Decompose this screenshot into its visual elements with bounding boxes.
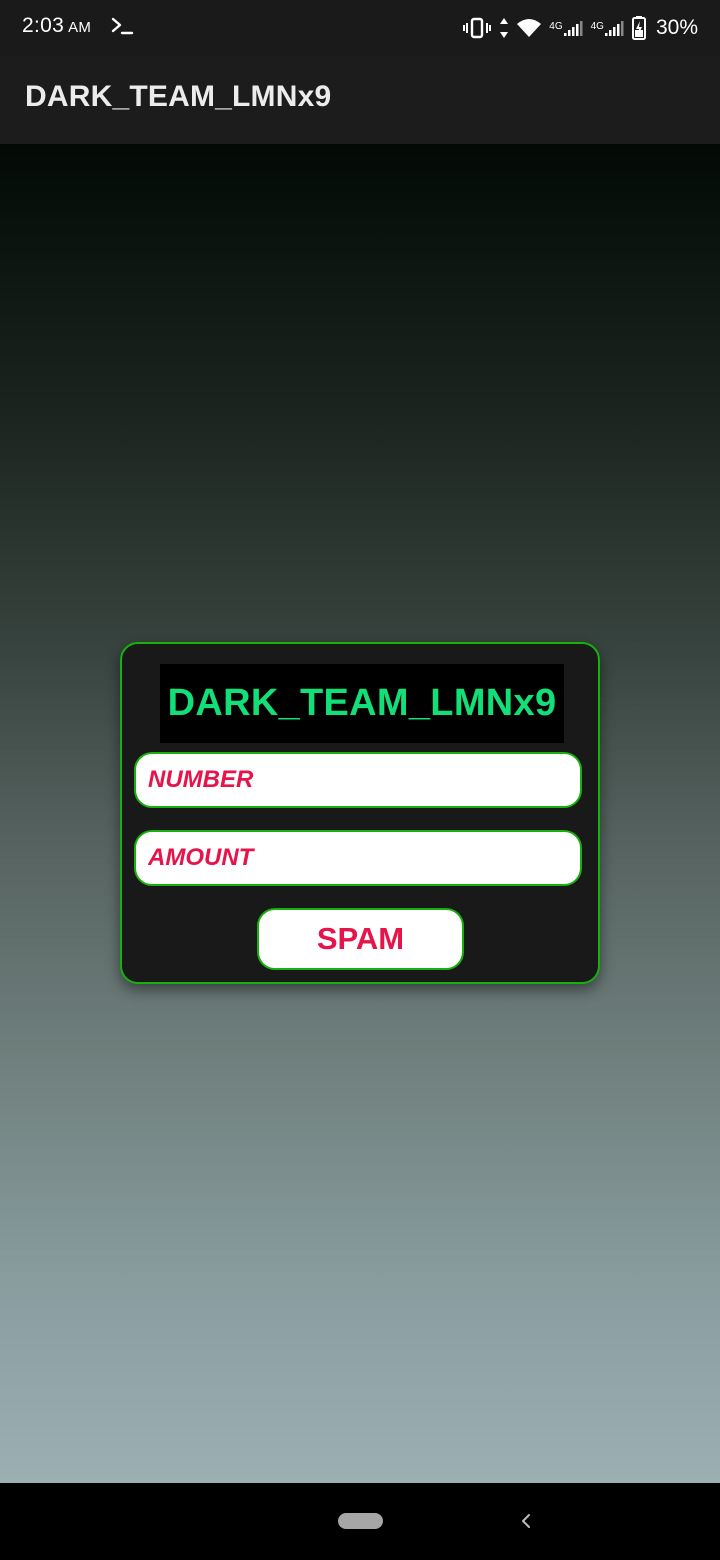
battery-charging-icon [631, 16, 646, 40]
spam-form-card: DARK_TEAM_LMNx9 SPAM [120, 642, 600, 984]
amount-input[interactable] [134, 830, 582, 886]
back-chevron-icon[interactable] [512, 1507, 540, 1535]
network-label: 4G [549, 21, 563, 32]
terminal-icon [110, 14, 136, 38]
signal-4g-icon: 4G [591, 19, 624, 37]
card-title: DARK_TEAM_LMNx9 [167, 682, 557, 724]
network-label: 4G [590, 21, 604, 32]
status-time-value: 2:03 [22, 14, 65, 37]
card-header: DARK_TEAM_LMNx9 [160, 664, 564, 743]
signal-4g-icon: 4G [549, 19, 583, 37]
wifi-icon [517, 18, 542, 38]
app-bar: DARK_TEAM_LMNx9 [0, 56, 720, 144]
data-arrows-icon [499, 17, 509, 39]
number-input[interactable] [134, 752, 582, 808]
status-time-ampm: AM [68, 19, 92, 36]
vibrate-icon [463, 16, 492, 40]
status-time: 2:03 AM [22, 14, 91, 38]
battery-percentage: 30% [655, 16, 698, 39]
spam-button[interactable]: SPAM [257, 908, 464, 970]
navigation-bar [0, 1483, 720, 1560]
status-icons: 4G 4G 30% [463, 12, 698, 44]
status-bar: 2:03 AM 4G 4G 30% [0, 0, 720, 56]
home-pill-icon[interactable] [338, 1513, 383, 1529]
app-title: DARK_TEAM_LMNx9 [25, 80, 332, 113]
